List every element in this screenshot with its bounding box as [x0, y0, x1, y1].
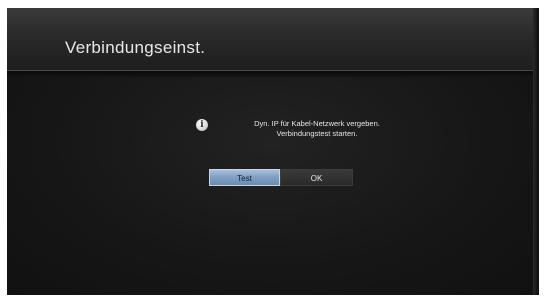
message-line-2: Verbindungstest starten. [276, 129, 358, 138]
test-button[interactable]: Test [209, 169, 280, 186]
message-line-1: Dyn. IP für Kabel-Netzwerk vergeben. [254, 119, 380, 128]
screen-edge [533, 8, 539, 295]
dialog-message: Dyn. IP für Kabel-Netzwerk vergeben. Ver… [197, 119, 437, 139]
dialog-body [7, 77, 534, 295]
dialog-header: Verbindungseinst. [7, 8, 534, 71]
page-title: Verbindungseinst. [65, 38, 206, 57]
ok-button[interactable]: OK [280, 169, 353, 186]
dialog-buttons: Test OK [209, 169, 353, 186]
tv-screen: Verbindungseinst. i Dyn. IP für Kabel-Ne… [7, 8, 534, 295]
